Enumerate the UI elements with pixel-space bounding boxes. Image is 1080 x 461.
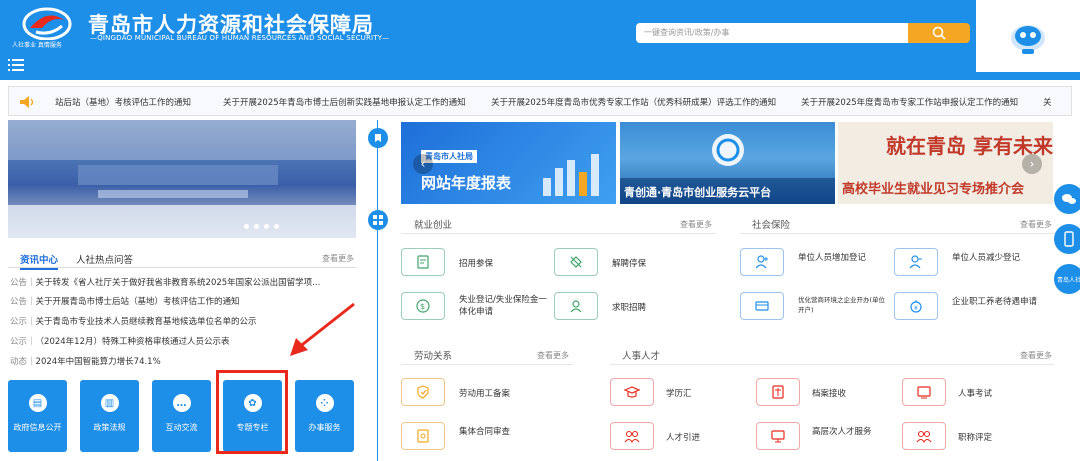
menu-icon[interactable] — [8, 58, 24, 72]
service-label[interactable]: 招用参保 — [459, 257, 493, 269]
tab-news-center[interactable]: 资讯中心 — [20, 252, 59, 270]
ticker-item[interactable]: 关于开展2025年度青岛市优秀专家工作站（优秀科研成果）评选工作的通知 — [491, 96, 776, 108]
pension-icon[interactable]: ¥ — [894, 292, 938, 320]
report-chart-icon — [543, 154, 599, 196]
platform-logo-icon — [712, 134, 744, 166]
banner-blurred-photo — [8, 120, 356, 238]
site-header: 人社事业 真情服务 青岛市人力资源和社会保障局 —QINGDAO MUNICIP… — [0, 0, 1080, 80]
bookmark-icon — [368, 128, 388, 148]
archive-icon[interactable] — [756, 378, 800, 406]
timeline-line — [377, 120, 378, 461]
add-person-icon[interactable] — [740, 248, 784, 276]
education-icon[interactable] — [610, 378, 654, 406]
section-title-employment: 就业创业 — [414, 220, 453, 231]
contract-review-icon[interactable] — [401, 422, 445, 450]
service-label[interactable]: 优化营商环境之企业开办(单位开户) — [798, 295, 890, 315]
quick-button-gov-info[interactable]: ▤ 政府信息公开 — [8, 380, 67, 452]
title-assessment-icon[interactable] — [902, 422, 946, 450]
labor-filing-icon[interactable] — [401, 378, 445, 406]
promo-startup-platform[interactable]: 青创通·青岛市创业服务云平台 — [620, 122, 835, 204]
employment-more-link[interactable]: 查看更多 — [680, 219, 712, 230]
employment-insured-icon[interactable] — [401, 248, 445, 276]
logo-caption: 人社事业 真情服务 — [12, 40, 62, 49]
unemployment-icon[interactable]: $ — [401, 292, 445, 320]
prev-arrow-icon[interactable]: ‹ — [413, 154, 433, 174]
service-label[interactable]: 单位人员减少登记 — [952, 251, 1020, 263]
apps-icon — [368, 210, 388, 230]
service-label[interactable]: 集体合同审查 — [459, 425, 510, 437]
service-label[interactable]: 失业登记/失业保险金一体化申请 — [459, 294, 551, 318]
news-tabs: 资讯中心 人社热点问答 查看更多 — [8, 250, 356, 270]
search-button[interactable] — [908, 23, 970, 43]
labor-more-link[interactable]: 查看更多 — [537, 350, 569, 361]
quick-button-policy[interactable]: ▥ 政策法规 — [80, 380, 139, 452]
notice-ticker: 站后站（基地）考核评估工作的通知 关于开展2025年青岛市博士后创新实践基地申报… — [8, 86, 1072, 116]
service-label[interactable]: 高层次人才服务 — [812, 425, 872, 437]
ticker-item[interactable]: 站后站（基地）考核评估工作的通知 — [55, 96, 191, 108]
section-title-talent: 人事人才 — [622, 351, 661, 362]
quick-button-services[interactable]: ⁘ 办事服务 — [295, 380, 354, 452]
service-label[interactable]: 档案接收 — [812, 387, 846, 399]
grid-icon: ⁘ — [315, 394, 334, 412]
section-title-insurance: 社会保险 — [752, 220, 791, 231]
dismissal-icon[interactable] — [554, 248, 598, 276]
service-label[interactable]: 求职招聘 — [612, 301, 646, 313]
left-banner-image[interactable] — [8, 120, 356, 238]
search-icon — [932, 26, 946, 40]
promo-annual-report[interactable]: 青岛市人社局 网站年度报表 ‹ — [401, 122, 616, 204]
site-subtitle-en: —QINGDAO MUNICIPAL BUREAU OF HUMAN RESOU… — [90, 34, 390, 42]
wechat-icon — [1062, 194, 1076, 204]
service-label[interactable]: 人事考试 — [958, 387, 992, 399]
ticker-item[interactable]: 关于开展2025年青岛市博士后创新实践基地申报认定工作的通知 — [223, 96, 466, 108]
document-icon: ▤ — [28, 394, 47, 412]
ticker-item[interactable]: 关于开展2025年度青岛市专家工作站申报认定工作的通知 — [801, 96, 1018, 108]
remove-person-icon[interactable] — [894, 248, 938, 276]
next-arrow-icon[interactable]: › — [1022, 154, 1042, 174]
service-label[interactable]: 学历汇 — [666, 387, 692, 399]
talent-intro-icon[interactable] — [610, 422, 654, 450]
mobile-button[interactable] — [1054, 224, 1080, 254]
speaker-icon — [20, 96, 34, 108]
job-search-icon[interactable] — [554, 292, 598, 320]
high-talent-icon[interactable] — [756, 422, 800, 450]
service-label[interactable]: 解聘停保 — [612, 257, 646, 269]
news-item[interactable]: 公告｜关于转发《省人社厅关于做好我省非教育系统2025年国家公派出国留学项... — [10, 276, 356, 288]
talent-more-link[interactable]: 查看更多 — [1020, 350, 1052, 361]
mobile-icon — [1064, 231, 1074, 247]
insurance-more-link[interactable]: 查看更多 — [1020, 219, 1052, 230]
service-label[interactable]: 职称评定 — [958, 431, 992, 443]
service-label[interactable]: 单位人员增加登记 — [798, 251, 866, 263]
robot-assistant[interactable] — [976, 0, 1080, 72]
service-label[interactable]: 企业职工养老待遇申请 — [952, 295, 1037, 307]
quick-button-interaction[interactable]: … 互动交流 — [152, 380, 211, 452]
service-label[interactable]: 劳动用工备案 — [459, 387, 510, 399]
exam-icon[interactable] — [902, 378, 946, 406]
wechat-button[interactable] — [1054, 184, 1080, 214]
chat-icon: … — [172, 394, 191, 412]
carousel-dots[interactable] — [244, 224, 279, 229]
section-title-labor: 劳动关系 — [414, 351, 453, 362]
book-icon: ▥ — [100, 394, 119, 412]
robot-icon — [1011, 25, 1045, 54]
search-input[interactable]: 一键查询资讯/政策/办事 — [636, 23, 908, 43]
business-open-icon[interactable] — [740, 292, 784, 320]
logo-emblem-icon[interactable] — [22, 6, 72, 42]
svg-text:$: $ — [420, 302, 425, 311]
highlight-box — [216, 370, 288, 454]
ticker-item[interactable]: 关 — [1043, 96, 1052, 108]
qingdao-hrss-button[interactable]: 青岛人社 — [1054, 264, 1080, 294]
news-more-link[interactable]: 查看更多 — [322, 253, 354, 264]
tab-hot-qa[interactable]: 人社热点问答 — [76, 252, 133, 266]
service-label[interactable]: 人才引进 — [666, 431, 700, 443]
annotation-arrow — [290, 302, 355, 356]
svg-text:¥: ¥ — [914, 305, 918, 312]
promo-graduate-internship[interactable]: 就在青岛 享有未来 高校毕业生就业见习专场推介会 › — [838, 122, 1053, 204]
